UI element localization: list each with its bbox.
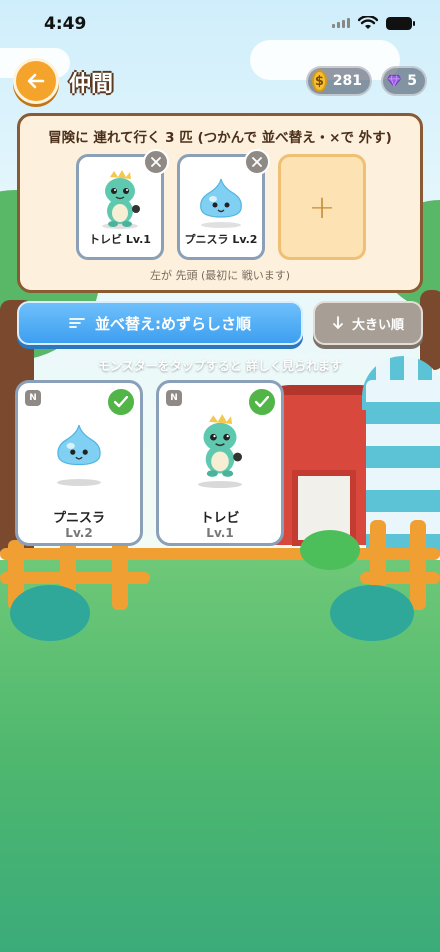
gem-value: 5 <box>407 73 417 89</box>
page-title: 仲間 <box>69 72 114 97</box>
party-panel: 冒険に 連れて行く 3 匹 (つかんで 並べ替え・×で 外す) トレビ Lv.1 <box>17 113 423 293</box>
battery-icon <box>386 16 415 30</box>
punisura-sprite <box>57 424 101 466</box>
rank-badge: N <box>25 390 41 406</box>
arrow-down-icon <box>333 316 343 329</box>
coin-counter[interactable]: $ 281 <box>306 66 372 96</box>
party-title: 冒険に 連れて行く 3 匹 (つかんで 並べ替え・×で 外す) <box>48 130 392 146</box>
status-bar: 4:49 <box>0 0 440 50</box>
size-order-label: 大きい順 <box>351 317 404 333</box>
remove-button[interactable] <box>143 149 169 175</box>
bush <box>330 585 414 641</box>
fence-post <box>112 540 128 610</box>
bush <box>10 585 90 641</box>
status-time: 4:49 <box>44 14 87 34</box>
monster-level: Lv.1 <box>206 526 234 540</box>
bush <box>300 530 360 570</box>
monster-card[interactable]: N プニスラ Lv.2 <box>15 380 143 546</box>
party-slot[interactable]: トレビ Lv.1 <box>76 149 169 260</box>
arrow-left-icon <box>27 73 45 89</box>
remove-button[interactable] <box>244 149 270 175</box>
sort-lines-icon <box>69 318 85 328</box>
coin-icon: $ <box>312 70 327 92</box>
slot-name: トレビ Lv.1 <box>89 233 151 246</box>
tap-hint: モンスターをタップすると 詳しく見られます <box>98 359 342 373</box>
signal-icon <box>332 18 350 28</box>
status-icons <box>332 16 415 30</box>
gem-counter[interactable]: 5 <box>381 66 427 96</box>
gem-icon <box>387 74 402 88</box>
monster-level: Lv.2 <box>65 526 93 540</box>
add-party-slot[interactable]: + <box>278 154 366 260</box>
trebi-sprite <box>203 414 242 477</box>
back-button[interactable] <box>13 58 59 104</box>
trebi-sprite <box>102 170 140 229</box>
monster-card[interactable]: N トレビ Lv.1 <box>156 380 284 546</box>
monster-name: プニスラ <box>52 511 105 526</box>
party-note: 左が 先頭 (最初に 戦います) <box>149 269 291 282</box>
selected-check-icon <box>106 387 136 417</box>
party-slot[interactable]: プニスラ Lv.2 <box>177 149 270 260</box>
fence-post <box>410 520 426 610</box>
sort-button[interactable]: 並べ替え:めずらしさ順 <box>17 301 303 345</box>
sprite-shadow <box>57 479 101 486</box>
sprite-shadow <box>198 481 242 488</box>
size-order-button[interactable]: 大きい順 <box>313 301 423 345</box>
slot-name: プニスラ Lv.2 <box>184 233 258 246</box>
coin-value: 281 <box>332 73 362 89</box>
close-icon <box>252 157 262 167</box>
selected-check-icon <box>247 387 277 417</box>
monster-name: トレビ <box>200 511 240 526</box>
plus-icon: + <box>308 188 336 226</box>
rank-badge: N <box>166 390 182 406</box>
wifi-icon <box>358 16 378 29</box>
punisura-sprite <box>200 178 242 228</box>
sort-label: 並べ替え:めずらしさ順 <box>95 314 251 333</box>
close-icon <box>151 157 161 167</box>
